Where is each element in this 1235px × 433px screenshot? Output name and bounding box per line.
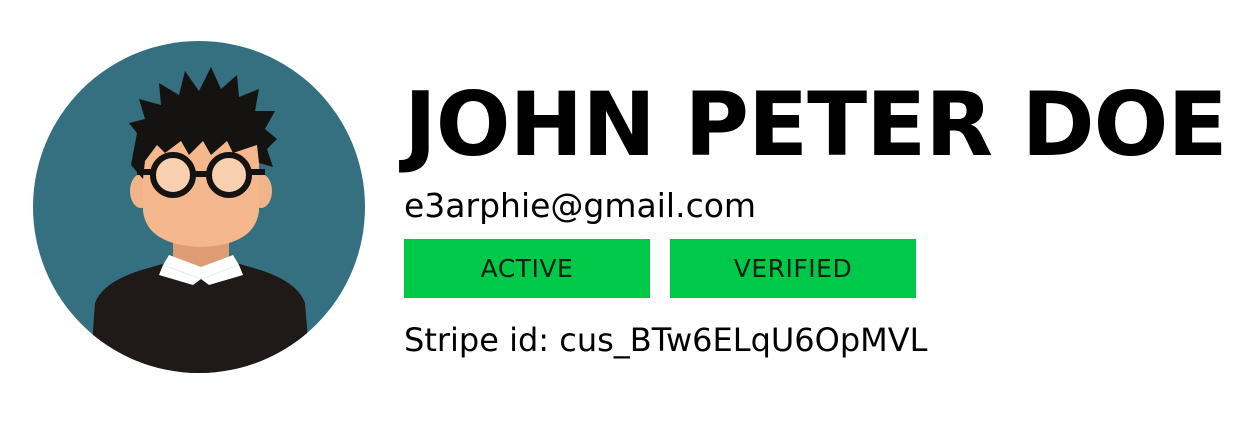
- status-badges: ACTIVE VERIFIED: [404, 239, 1214, 298]
- avatar: [33, 41, 365, 373]
- profile-info: JOHN PETER DOE e3arphie@gmail.com ACTIVE…: [404, 70, 1228, 360]
- profile-email: e3arphie@gmail.com: [404, 186, 757, 225]
- avatar-icon: [33, 41, 365, 373]
- stripe-id: Stripe id: cus_BTw6ELqU6OpMVL: [404, 321, 928, 359]
- profile-name: JOHN PETER DOE: [404, 73, 1228, 176]
- status-badge-verified: VERIFIED: [670, 239, 916, 298]
- status-badge-active: ACTIVE: [404, 239, 650, 298]
